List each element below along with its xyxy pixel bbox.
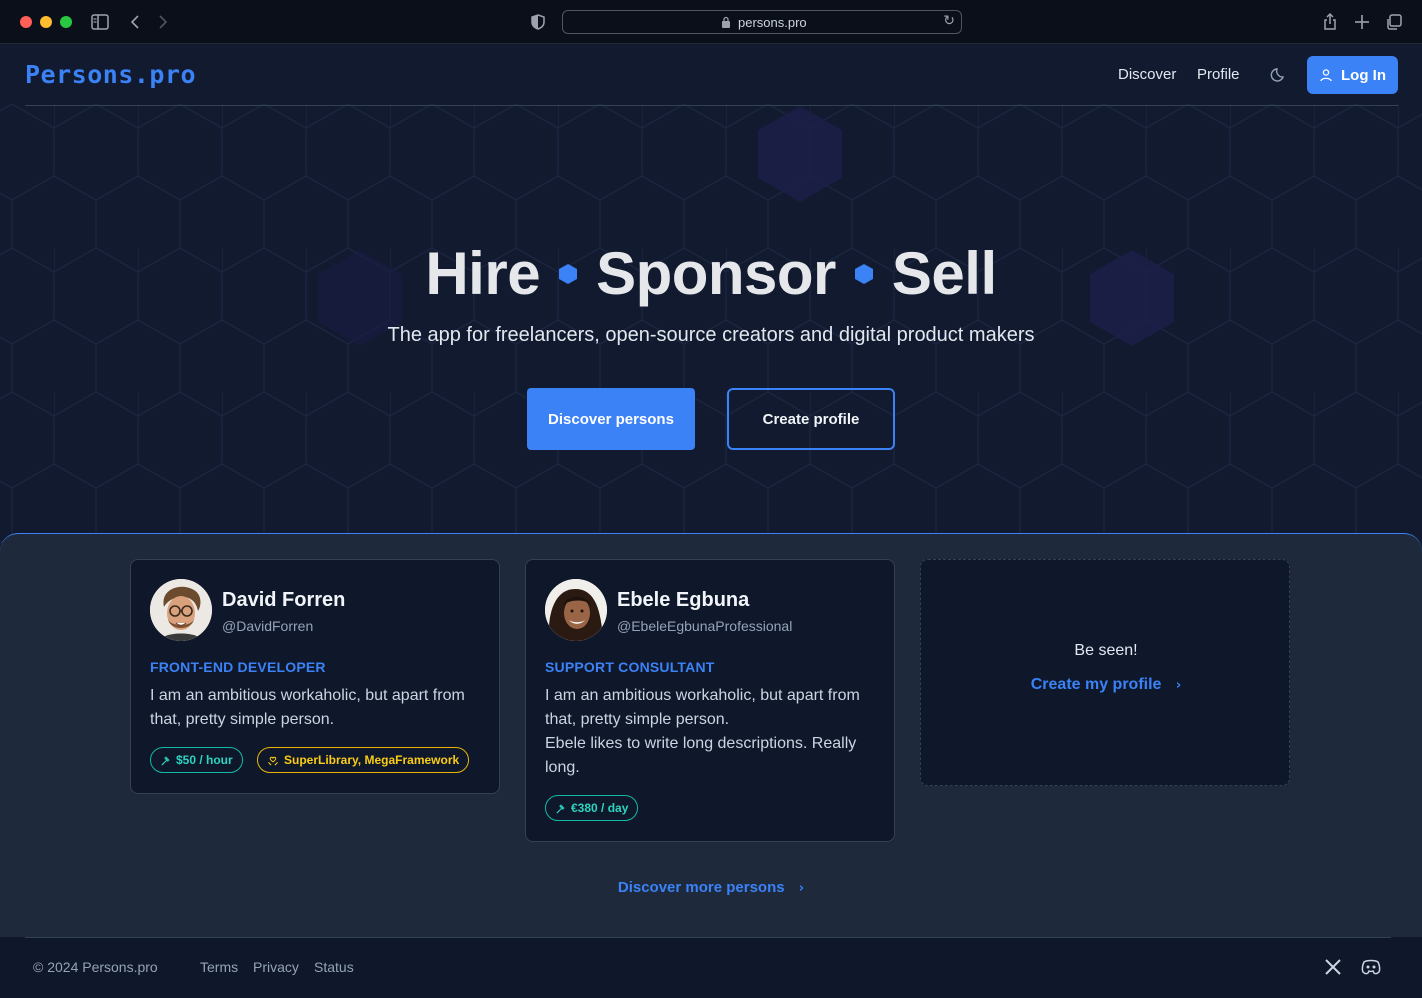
hero-title: Hire Sponsor Sell	[0, 239, 1422, 308]
footer-divider	[25, 937, 1391, 938]
chevron-right-icon: ›	[1175, 678, 1182, 693]
hero-subtitle: The app for freelancers, open-source cre…	[387, 324, 1035, 346]
person-role: FRONT-END DEVELOPER	[150, 659, 326, 675]
page: Persons.pro Discover Profile Log In Hire…	[0, 44, 1422, 998]
site-logo[interactable]: Persons.pro	[25, 60, 196, 89]
person-role: SUPPORT CONSULTANT	[545, 659, 715, 675]
heart-hands-icon	[268, 756, 278, 765]
footer-link-status[interactable]: Status	[314, 959, 354, 975]
url-text: persons.pro	[738, 15, 807, 30]
featured-persons-section: David Forren @DavidForren FRONT-END DEVE…	[0, 533, 1422, 937]
new-tab-icon[interactable]	[1352, 12, 1372, 32]
lock-icon	[722, 16, 730, 28]
reload-icon[interactable]: ↻	[943, 13, 955, 29]
user-icon	[1320, 69, 1332, 82]
sponsor-badge: SuperLibrary, MegaFramework	[257, 747, 470, 773]
rate-label: $50 / hour	[176, 753, 233, 767]
person-bio-line: I am an ambitious workaholic, but apart …	[545, 687, 860, 728]
person-name: Ebele Egbuna	[617, 589, 750, 611]
nav-link-discover[interactable]: Discover	[1118, 66, 1176, 83]
close-window-button[interactable]	[20, 16, 32, 28]
create-my-profile-link[interactable]: Create my profile ›	[921, 676, 1291, 694]
footer: © 2024 Persons.pro Terms Privacy Status	[0, 937, 1422, 998]
person-handle: @DavidForren	[222, 618, 314, 634]
hammer-icon	[161, 755, 170, 766]
copyright: © 2024 Persons.pro	[33, 959, 158, 975]
person-bio-line: Ebele likes to write long descriptions. …	[545, 735, 857, 776]
discover-persons-button[interactable]: Discover persons	[527, 388, 695, 450]
person-bio: I am an ambitious workaholic, but apart …	[545, 684, 875, 780]
back-icon[interactable]	[126, 12, 146, 32]
rate-label: €380 / day	[571, 801, 629, 815]
share-icon[interactable]	[1320, 12, 1340, 32]
create-my-profile-label: Create my profile	[1030, 676, 1162, 693]
browser-toolbar: persons.pro ↻	[0, 0, 1422, 44]
sidebar-icon[interactable]	[90, 12, 110, 32]
sponsor-label: SuperLibrary, MegaFramework	[284, 753, 460, 767]
avatar	[545, 579, 607, 641]
rate-badge: €380 / day	[545, 795, 639, 821]
nav-link-profile[interactable]: Profile	[1197, 66, 1240, 83]
hammer-icon	[556, 803, 565, 814]
discover-more-link[interactable]: Discover more persons ›	[0, 879, 1422, 896]
moon-icon[interactable]	[1269, 64, 1289, 84]
be-seen-title: Be seen!	[1074, 642, 1138, 659]
person-card[interactable]: David Forren @DavidForren FRONT-END DEVE…	[130, 559, 500, 794]
zoom-window-button[interactable]	[60, 16, 72, 28]
create-profile-button[interactable]: Create profile	[727, 388, 895, 450]
forward-icon[interactable]	[152, 12, 172, 32]
hexagon-bullet-icon	[559, 263, 578, 284]
hero-word-sponsor: Sponsor	[596, 240, 836, 307]
footer-link-terms[interactable]: Terms	[200, 959, 238, 975]
person-name: David Forren	[222, 589, 346, 611]
tabs-icon[interactable]	[1384, 12, 1404, 32]
person-card[interactable]: Ebele Egbuna @EbeleEgbunaProfessional SU…	[525, 559, 895, 842]
x-icon[interactable]	[1322, 957, 1344, 977]
person-bio: I am an ambitious workaholic, but apart …	[150, 687, 465, 728]
login-button[interactable]: Log In	[1307, 56, 1398, 94]
login-label: Log In	[1341, 66, 1386, 84]
hexagon-bullet-icon	[854, 263, 873, 284]
avatar	[150, 579, 212, 641]
hero-word-sell: Sell	[891, 240, 997, 307]
discord-icon[interactable]	[1360, 957, 1382, 977]
address-bar[interactable]: persons.pro ↻	[562, 10, 962, 34]
minimize-window-button[interactable]	[40, 16, 52, 28]
rate-badge: $50 / hour	[150, 747, 243, 773]
person-handle: @EbeleEgbunaProfessional	[617, 618, 793, 634]
chevron-right-icon: ›	[798, 881, 805, 896]
hero-word-hire: Hire	[425, 240, 541, 307]
footer-link-privacy[interactable]: Privacy	[253, 959, 299, 975]
be-seen-card: Be seen! Create my profile ›	[920, 559, 1290, 786]
discover-more-label: Discover more persons	[617, 879, 785, 896]
shield-icon[interactable]	[528, 12, 548, 32]
top-navbar: Persons.pro Discover Profile Log In	[25, 44, 1398, 106]
